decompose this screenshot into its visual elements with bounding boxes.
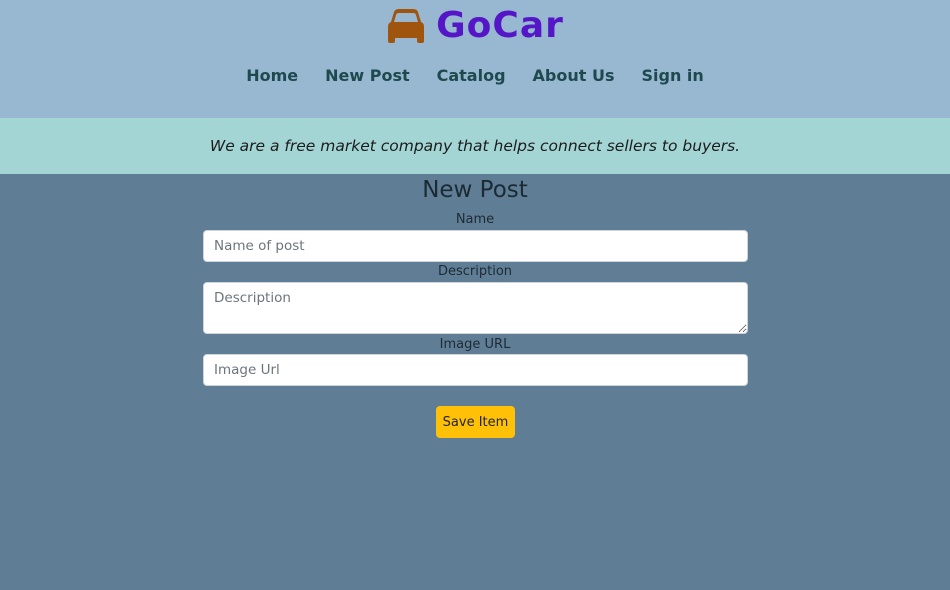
nav-home[interactable]: Home [246,64,298,88]
brand-link[interactable]: GoCar [386,6,564,46]
brand: GoCar [0,4,950,48]
car-icon [388,9,425,43]
nav-sign-in[interactable]: Sign in [641,64,703,88]
nav-new-post[interactable]: New Post [325,64,409,88]
image-url-label: Image URL [439,337,511,352]
page-title: New Post [422,177,528,203]
nav-catalog[interactable]: Catalog [437,64,506,88]
name-label: Name [455,212,495,227]
tagline: We are a free market company that helps … [209,137,741,155]
tagline-band: We are a free market company that helps … [0,118,950,174]
image-url-field[interactable] [203,354,748,386]
save-item-button[interactable]: Save Item [436,406,515,438]
name-field[interactable] [203,230,748,262]
brand-name: GoCar [436,5,564,46]
nav-about-us[interactable]: About Us [533,64,615,88]
description-label: Description [437,264,513,279]
main-nav: Home New Post Catalog About Us Sign in [0,64,950,88]
site-header: GoCar Home New Post Catalog About Us Sig… [0,0,950,118]
description-field[interactable] [203,282,748,334]
